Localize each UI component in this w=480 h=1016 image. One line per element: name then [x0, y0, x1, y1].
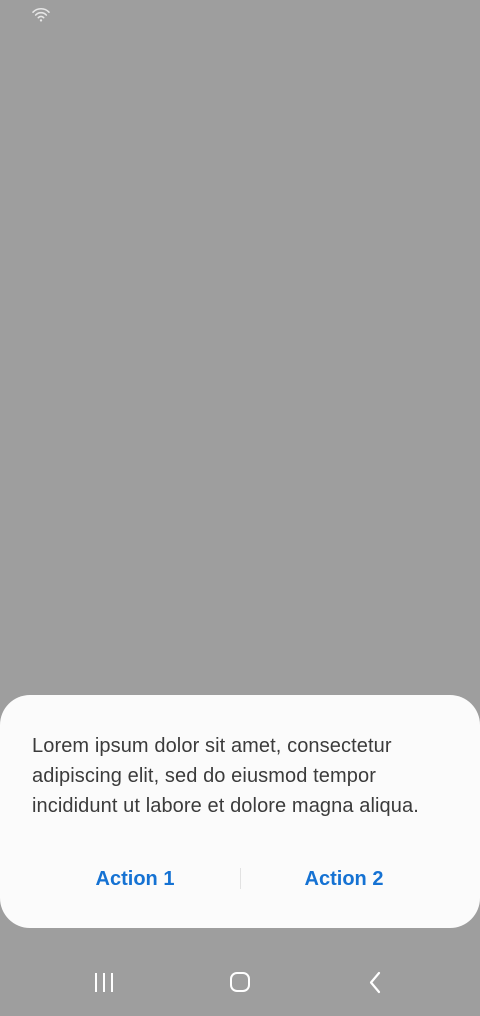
home-icon — [216, 962, 264, 1002]
action-1-button[interactable]: Action 1 — [25, 860, 245, 898]
recents-icon — [80, 962, 128, 1002]
back-icon — [351, 962, 399, 1002]
dialog-actions: Action 1 Action 2 — [0, 860, 480, 898]
wifi-icon — [31, 6, 51, 22]
home-button[interactable] — [216, 962, 264, 1002]
recents-button[interactable] — [80, 962, 128, 1002]
dialog-message: Lorem ipsum dolor sit amet, consectetur … — [32, 735, 419, 817]
back-button[interactable] — [351, 962, 399, 1002]
bottom-sheet-dialog: Lorem ipsum dolor sit amet, consectetur … — [0, 695, 480, 928]
action-2-button[interactable]: Action 2 — [234, 860, 454, 898]
status-bar — [0, 0, 480, 30]
navigation-bar — [0, 950, 480, 1016]
